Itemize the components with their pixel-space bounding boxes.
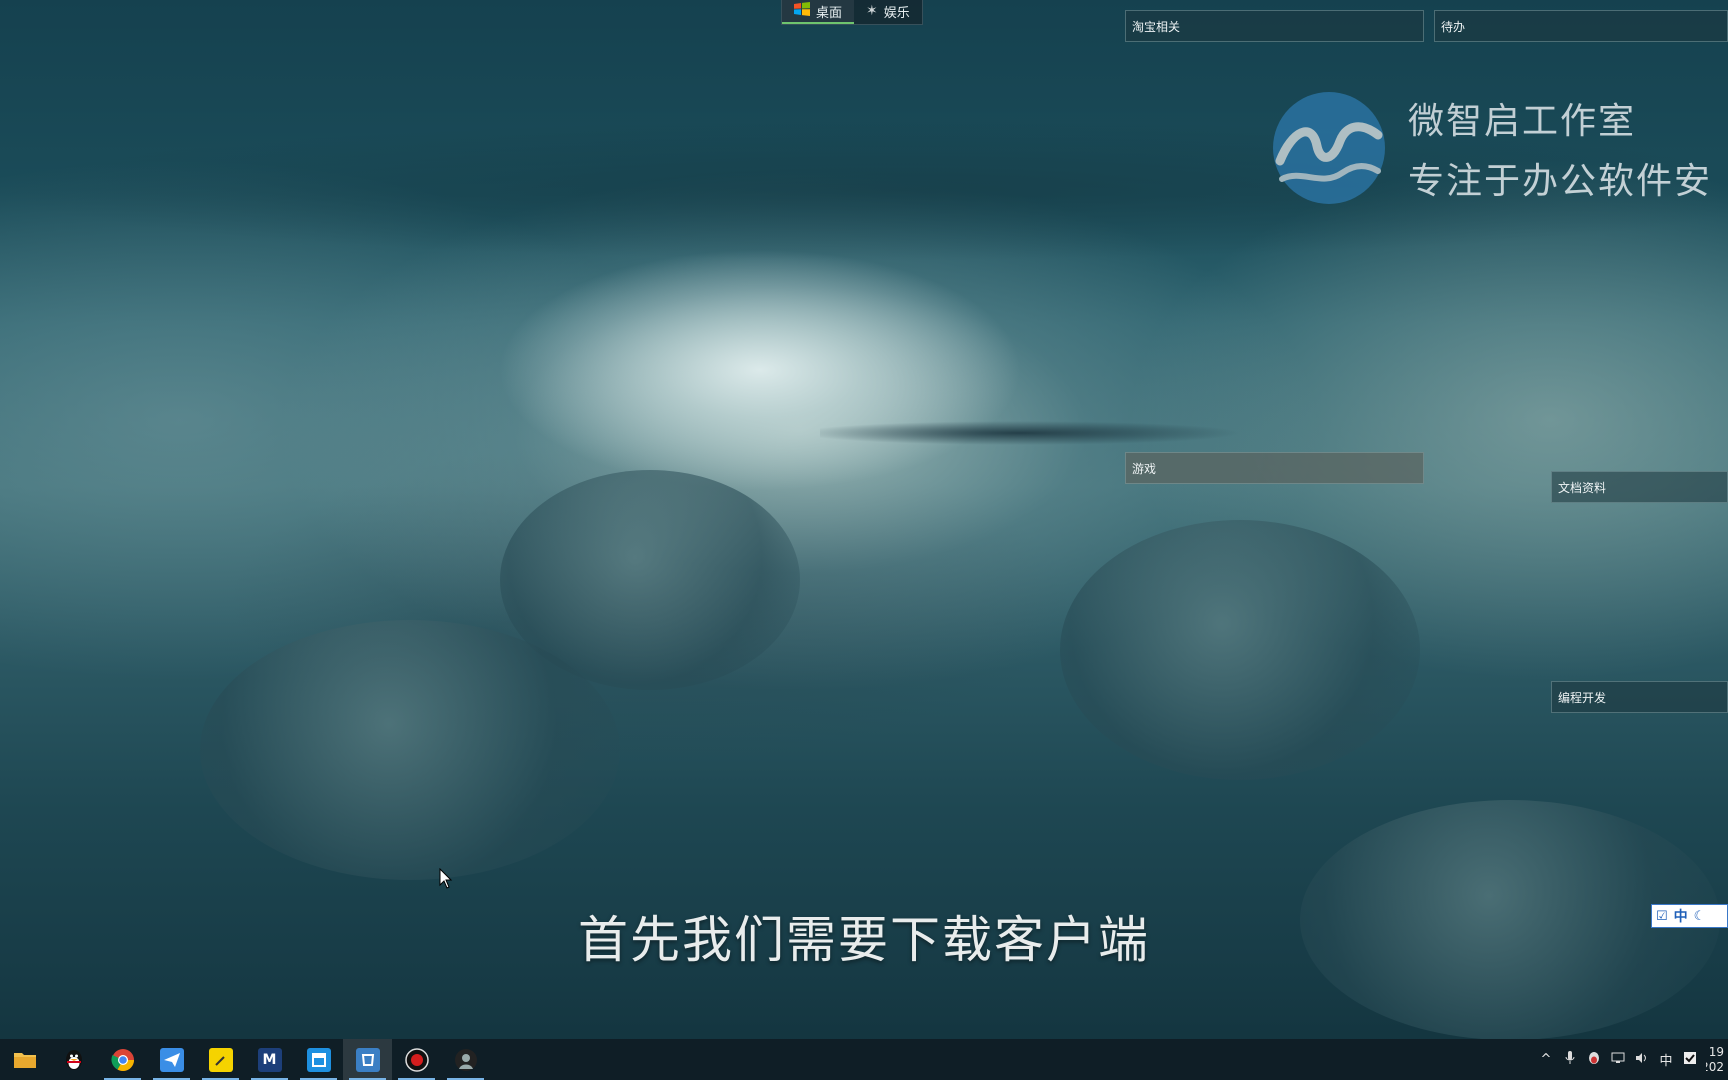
volume-icon[interactable] — [1634, 1052, 1650, 1068]
microphone-icon[interactable] — [1562, 1050, 1578, 1069]
tab-desktop[interactable]: 桌面 — [782, 0, 855, 24]
fence-dev[interactable]: 编程开发 — [1551, 681, 1728, 713]
tab-entertainment[interactable]: ✶ 娱乐 — [854, 0, 922, 22]
mouse-cursor-icon — [439, 868, 453, 889]
network-icon[interactable] — [1610, 1052, 1626, 1068]
taskbar-app-cup[interactable] — [343, 1039, 392, 1080]
fence-todo-title: 待办 — [1441, 19, 1466, 34]
thin-cloud — [820, 418, 1260, 448]
tab-desktop-label: 桌面 — [816, 5, 843, 21]
fence-docs-title: 文档资料 — [1558, 480, 1607, 495]
windows-flag-icon — [794, 2, 810, 20]
fence-docs[interactable]: 文档资料 — [1551, 471, 1728, 503]
watermark-subtitle: 专注于办公软件安 — [1408, 161, 1713, 202]
tray-chevron-up-icon[interactable]: ^ — [1538, 1052, 1554, 1067]
ime-moon-icon[interactable]: ☾ — [1694, 909, 1706, 924]
note-icon — [208, 1047, 233, 1072]
clock-date: 202 — [1706, 1059, 1724, 1074]
fence-taobao-title: 淘宝相关 — [1132, 19, 1181, 34]
fence-dev-title: 编程开发 — [1558, 690, 1607, 705]
record-icon — [404, 1047, 429, 1072]
folder-icon — [13, 1048, 37, 1072]
clock-time: 19 — [1708, 1044, 1724, 1059]
input-language-indicator[interactable]: 中 — [1658, 1050, 1674, 1069]
desktop-tab-switcher: 桌面 ✶ 娱乐 — [781, 0, 923, 25]
wave-logo — [1273, 92, 1385, 204]
taskbar-screen-recorder[interactable] — [392, 1039, 441, 1080]
desktop[interactable]: 桌面 ✶ 娱乐 淘宝相关 待办 游戏 文档资料 编程开发 微智启工作室 专注于办… — [0, 0, 1728, 1080]
ime-language[interactable]: 中 — [1674, 906, 1688, 926]
taskbar: M — [0, 1039, 1728, 1080]
video-subtitle: 首先我们需要下载客户端 — [578, 911, 1150, 969]
fence-games-title: 游戏 — [1132, 461, 1157, 476]
cloud-puff — [1060, 520, 1420, 780]
taskbar-file-explorer[interactable] — [0, 1039, 49, 1080]
ime-toolbar[interactable]: ☑ 中 ☾ — [1651, 904, 1728, 928]
qq-tray-icon[interactable] — [1586, 1051, 1602, 1069]
tab-entertainment-label: 娱乐 — [883, 5, 910, 21]
taskbar-app-avatar[interactable] — [441, 1039, 490, 1080]
taskbar-app-blue[interactable] — [294, 1039, 343, 1080]
cloud-puff — [200, 620, 620, 880]
taskbar-sticky-notes[interactable] — [196, 1039, 245, 1080]
chrome-icon — [110, 1048, 135, 1072]
ime-check-icon[interactable]: ☑ — [1656, 909, 1668, 924]
window-icon — [306, 1047, 331, 1072]
fence-todo[interactable]: 待办 — [1434, 10, 1728, 42]
taskbar-qq[interactable] — [49, 1039, 98, 1080]
star-icon: ✶ — [866, 3, 878, 19]
cup-icon — [355, 1047, 380, 1072]
fence-games[interactable]: 游戏 — [1125, 452, 1424, 484]
taskbar-chrome[interactable] — [98, 1039, 147, 1080]
avatar-icon — [454, 1048, 478, 1072]
taskbar-app-m[interactable]: M — [245, 1039, 294, 1080]
watermark: 微智启工作室 专注于办公软件安 — [1272, 88, 1728, 208]
taskbar-clock[interactable]: 19 202 — [1706, 1045, 1724, 1075]
penguin-icon — [62, 1048, 86, 1072]
system-tray: ^ 中 19 202 — [1538, 1039, 1728, 1080]
fence-taobao[interactable]: 淘宝相关 — [1125, 10, 1424, 42]
taskbar-feishu[interactable] — [147, 1039, 196, 1080]
action-center-icon[interactable] — [1682, 1051, 1698, 1069]
bird-icon — [159, 1047, 184, 1072]
watermark-title: 微智启工作室 — [1408, 101, 1637, 142]
m-icon: M — [257, 1047, 282, 1072]
